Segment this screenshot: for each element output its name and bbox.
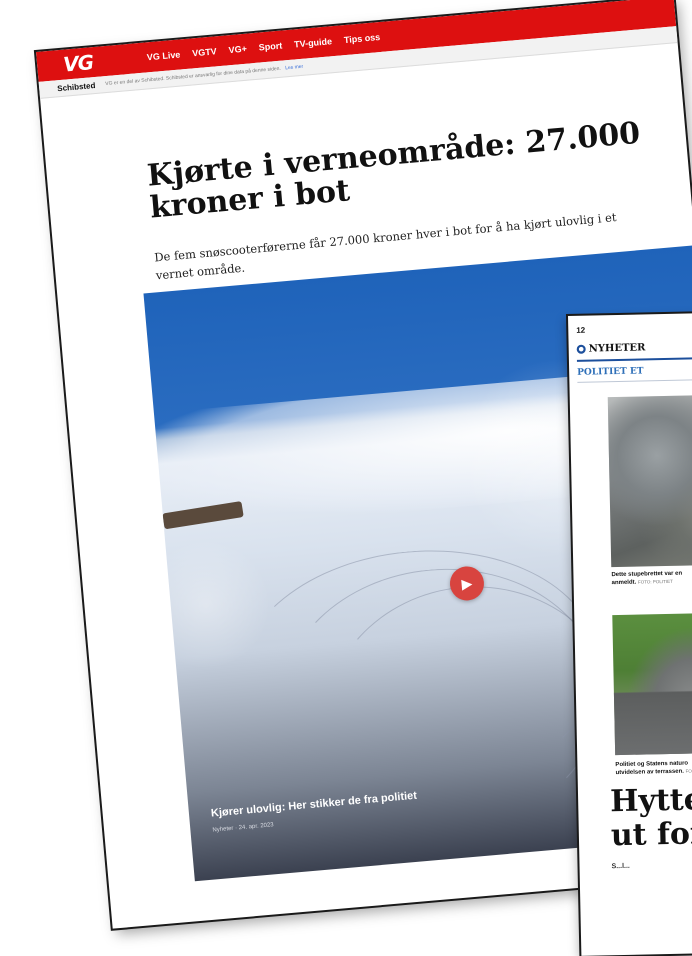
nav-vg-plus[interactable]: VG+ [228, 44, 247, 56]
caption-1-text: anmeldt. [611, 579, 637, 587]
nav-sport[interactable]: Sport [258, 41, 282, 53]
photo-rocks [607, 393, 692, 568]
kicker-rule [577, 377, 692, 383]
section-label: NYHETER [588, 342, 646, 355]
newspaper-headline-line-2: ut for u [610, 816, 692, 854]
read-more-link[interactable]: Les mer [285, 64, 304, 72]
play-icon: ▶ [460, 575, 474, 592]
nav-vg-live[interactable]: VG Live [146, 49, 180, 62]
caption-1-credit: FOTO: POLITIET [637, 578, 673, 585]
section-logo-icon: ● [576, 344, 586, 354]
caption-photo-2: Politiet og Statens naturo utvidelsen av… [615, 758, 692, 777]
newspaper-clipping: 12 ● NYHETER POLITIET ET Dette stupebret… [568, 311, 692, 956]
nav-tv-guide[interactable]: TV-guide [294, 36, 333, 49]
section-header: ● NYHETER [576, 342, 646, 355]
vg-logo[interactable]: VG [62, 50, 125, 77]
nav-vgtv[interactable]: VGTV [192, 46, 217, 58]
article-headline: Kjørte i verneområde: 27.000 kroner i bo… [145, 115, 642, 226]
section-rule [576, 355, 692, 362]
caption-photo-1: Dette stupebrettet var en anmeldt. FOTO:… [611, 568, 692, 587]
newspaper-headline: Hyttee ut for u [610, 780, 692, 853]
caption-2-credit: FO [685, 768, 692, 774]
newspaper-body-fragment: S...l... [611, 862, 630, 871]
page-number: 12 [576, 325, 586, 335]
photo-terrace [612, 611, 692, 756]
video-meta: Nyheter · 24. apr. 2023 [212, 822, 274, 834]
newspaper-headline-line-1: Hyttee [609, 781, 692, 820]
schibsted-logo[interactable]: Schibsted [57, 80, 96, 92]
article-kicker: POLITIET ET [577, 366, 644, 378]
caption-2-text: utvidelsen av terrassen. [615, 768, 685, 777]
nav-tips-oss[interactable]: Tips oss [343, 32, 380, 45]
